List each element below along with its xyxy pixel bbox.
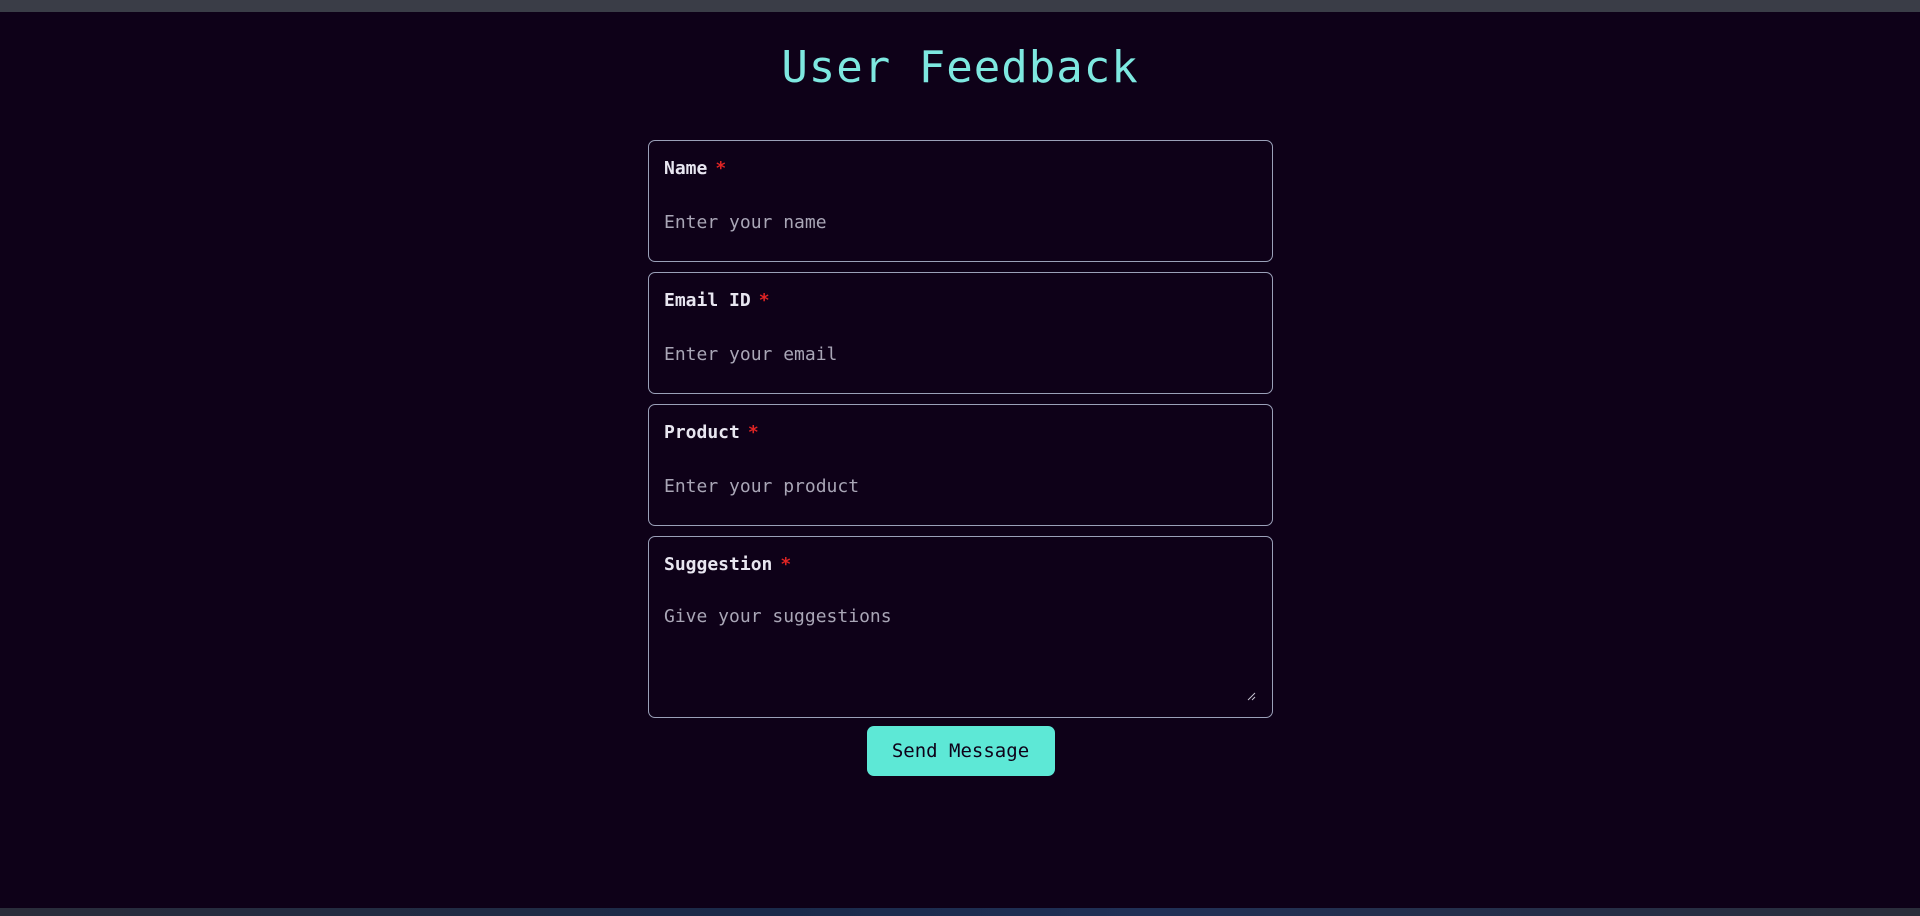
browser-top-bar — [0, 0, 1920, 12]
required-marker: * — [780, 554, 792, 575]
email-field-group: Email ID * — [648, 272, 1273, 394]
required-marker: * — [747, 422, 759, 443]
name-input[interactable] — [664, 209, 1257, 235]
resize-grip-icon[interactable] — [1246, 691, 1256, 701]
email-label: Email ID * — [664, 289, 1257, 313]
product-label: Product * — [664, 421, 1257, 445]
page-title: User Feedback — [781, 42, 1139, 93]
suggestion-label-text: Suggestion — [664, 554, 773, 575]
product-input[interactable] — [664, 473, 1257, 499]
product-field-group: Product * — [648, 404, 1273, 526]
submit-row: Send Message — [648, 726, 1273, 776]
taskbar-strip — [0, 908, 1920, 916]
email-label-text: Email ID — [664, 290, 751, 311]
name-label: Name * — [664, 157, 1257, 181]
suggestion-field-group: Suggestion * — [648, 536, 1273, 718]
required-marker: * — [715, 158, 727, 179]
feedback-form: Name * Email ID * Product * Suggestion * — [648, 140, 1273, 776]
name-field-group: Name * — [648, 140, 1273, 262]
suggestion-label: Suggestion * — [664, 553, 1257, 577]
product-label-text: Product — [664, 422, 740, 443]
feedback-page: User Feedback Name * Email ID * Product * S… — [0, 12, 1920, 908]
suggestion-textarea[interactable] — [664, 605, 1257, 695]
name-label-text: Name — [664, 158, 708, 179]
required-marker: * — [758, 290, 770, 311]
email-input[interactable] — [664, 341, 1257, 367]
send-message-button[interactable]: Send Message — [866, 726, 1055, 776]
